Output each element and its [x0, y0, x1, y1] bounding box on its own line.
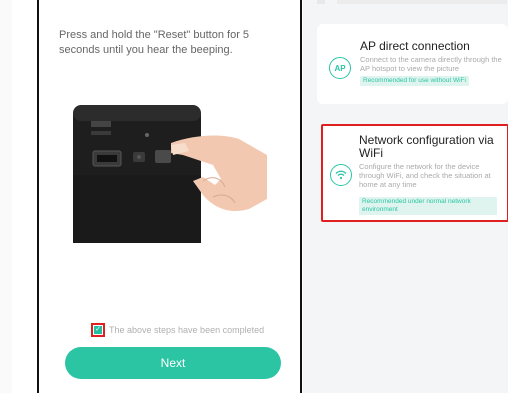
wifi-card-title: Network configuration via WiFi	[359, 133, 494, 160]
wifi-configuration-card[interactable]: Network configuration via WiFi Configure…	[321, 124, 508, 222]
wifi-recommendation-tag: Recommended under normal network environ…	[359, 197, 497, 215]
connection-method-panel: AP AP direct connection Connect to the c…	[303, 0, 508, 393]
ap-card-description: Connect to the camera directly through t…	[360, 55, 502, 73]
wifi-card-description: Configure the network for the device thr…	[359, 162, 491, 189]
wifi-icon	[330, 164, 352, 186]
completion-checkbox[interactable]: ✓	[91, 323, 105, 337]
truncated-header	[317, 0, 507, 4]
ap-direct-connection-card[interactable]: AP AP direct connection Connect to the c…	[317, 24, 508, 104]
checkmark-icon: ✓	[94, 326, 102, 334]
reset-instructions-panel: Press and hold the "Reset" button for 5 …	[39, 0, 300, 393]
panel-divider-right	[300, 0, 302, 393]
next-button[interactable]: Next	[65, 347, 281, 379]
left-panel-edge	[0, 0, 12, 393]
completion-confirm-row[interactable]: ✓ The above steps have been completed	[91, 323, 264, 337]
completion-confirm-label: The above steps have been completed	[109, 325, 265, 335]
reset-instruction-text: Press and hold the "Reset" button for 5 …	[59, 29, 250, 56]
ap-icon: AP	[329, 57, 351, 79]
ap-card-title: AP direct connection	[360, 39, 470, 53]
camera-reset-illustration	[73, 105, 267, 243]
ap-recommendation-tag: Recommended for use without WiFi	[360, 76, 469, 86]
